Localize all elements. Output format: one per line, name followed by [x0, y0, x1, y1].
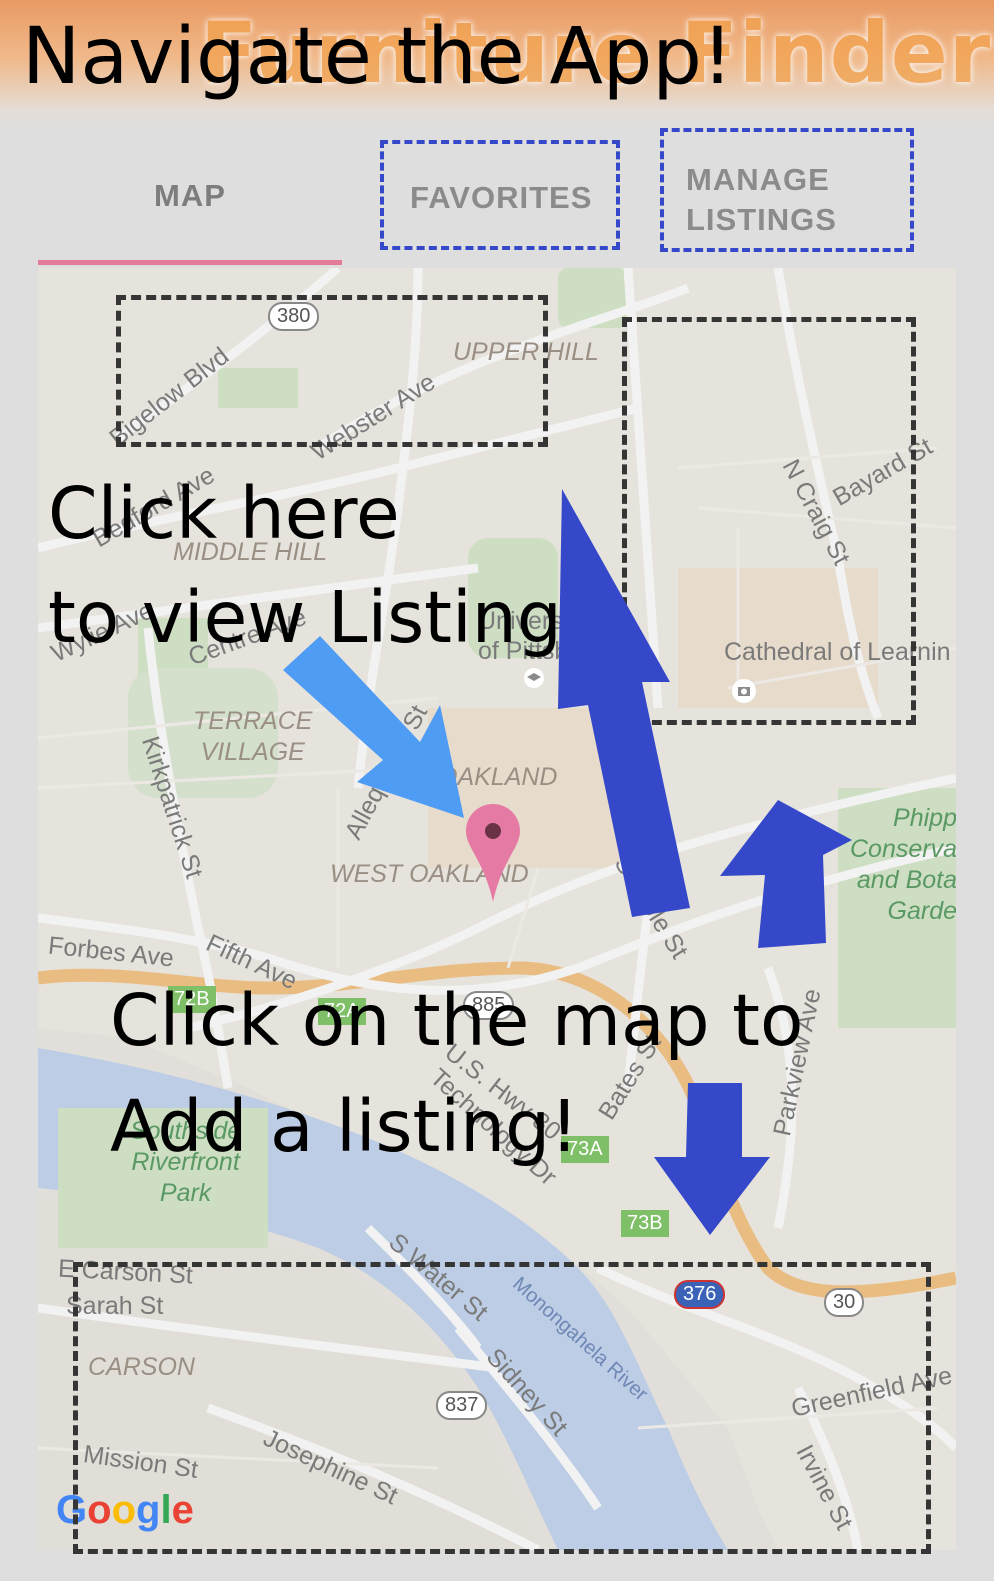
instruction-line: Add a listing! — [110, 1085, 579, 1168]
instruction-add-listing: Click on the map to Add a listing! — [110, 968, 803, 1180]
instruction-line: Click on the map to — [110, 979, 804, 1062]
arrow-up-right — [720, 800, 852, 948]
instruction-line: Click here — [48, 472, 400, 555]
arrow-up-long — [558, 489, 690, 917]
tutorial-arrows — [283, 489, 852, 1235]
instruction-view-listing: Click here to view Listing — [48, 462, 562, 670]
instruction-line: to view Listing — [48, 576, 562, 659]
